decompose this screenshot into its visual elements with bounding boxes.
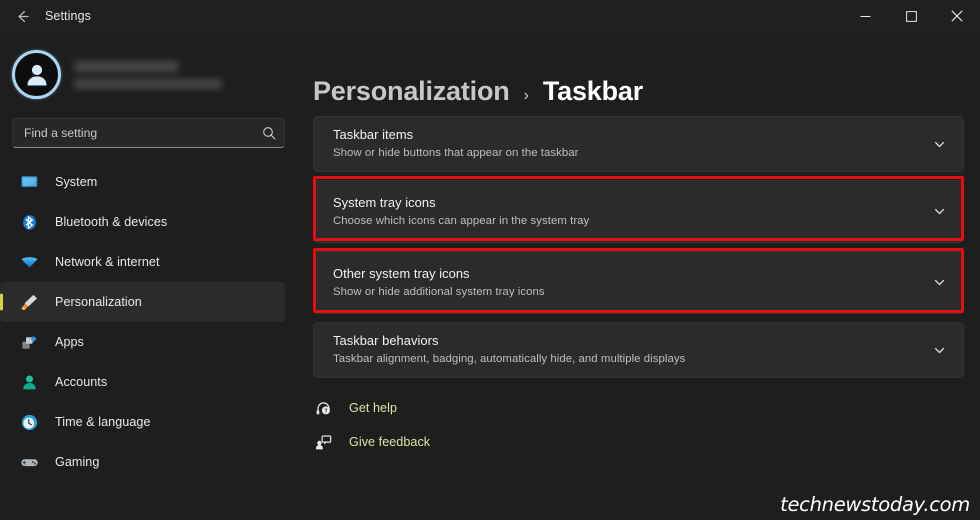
search-container: Find a setting [12,118,285,148]
highlight-box-system-tray-icons: System tray icons Choose which icons can… [313,176,964,243]
bluetooth-icon [19,212,39,232]
window-controls [842,0,980,32]
user-avatar-icon [12,49,61,99]
chevron-down-icon[interactable] [922,204,947,219]
close-icon[interactable] [934,0,980,32]
account-identity [74,59,222,89]
settings-card-list: Taskbar items Show or hide buttons that … [313,116,980,378]
apps-icon [19,332,39,352]
sidebar-item-label: Personalization [55,295,142,309]
main-content: Personalization › Taskbar Taskbar items … [297,32,980,520]
card-subtitle: Choose which icons can appear in the sys… [333,214,590,227]
sidebar-item-label: System [55,175,98,189]
sidebar-item-apps[interactable]: Apps [0,322,285,362]
monitor-icon [19,172,39,192]
give-feedback-link[interactable]: Give feedback [313,432,980,452]
card-subtitle: Show or hide additional system tray icon… [333,285,545,298]
sidebar-item-gaming[interactable]: Gaming [0,442,285,482]
card-title: Other system tray icons [333,265,470,281]
sidebar-item-label: Time & language [55,415,151,429]
sidebar-item-network-internet[interactable]: Network & internet [0,242,285,282]
feedback-icon [313,432,333,452]
sidebar-item-label: Apps [55,335,84,349]
search-input[interactable]: Find a setting [12,118,285,148]
back-arrow-icon[interactable] [2,1,42,31]
app-title: Settings [45,9,91,23]
card-title: System tray icons [333,194,436,210]
sidebar-item-time-language[interactable]: Time & language [0,402,285,442]
breadcrumb-parent[interactable]: Personalization [313,76,510,107]
card-text: System tray icons Choose which icons can… [333,195,922,229]
search-icon[interactable] [262,126,276,140]
card-other-system-tray-icons[interactable]: Other system tray icons Show or hide add… [313,251,964,314]
card-subtitle: Show or hide buttons that appear on the … [333,147,579,159]
chevron-down-icon[interactable] [922,275,947,290]
title-bar: Settings [0,0,980,32]
minimize-icon[interactable] [842,0,888,32]
card-text: Taskbar behaviors Taskbar alignment, bad… [333,333,922,367]
settings-window: Settings Find a setting System Bluetooth… [0,0,980,520]
wifi-icon [19,252,39,272]
card-system-tray-icons[interactable]: System tray icons Choose which icons can… [313,180,964,243]
page-title: Taskbar [542,76,644,106]
card-title: Taskbar items [333,127,414,142]
card-subtitle: Taskbar alignment, badging, automaticall… [333,353,686,365]
breadcrumb: Personalization › Taskbar [313,32,980,116]
card-title: Taskbar behaviors [333,333,439,348]
chevron-down-icon[interactable] [922,343,947,358]
sidebar-item-label: Network & internet [55,255,160,269]
sidebar-item-personalization[interactable]: Personalization [0,282,285,322]
paintbrush-icon [19,292,39,312]
account-block[interactable] [0,38,297,110]
search-placeholder: Find a setting [24,126,98,140]
maximize-icon[interactable] [888,0,934,32]
sidebar: Find a setting System Bluetooth & device… [0,32,297,520]
sidebar-item-label: Bluetooth & devices [55,215,168,229]
sidebar-item-system[interactable]: System [0,162,285,202]
chevron-down-icon[interactable] [922,137,947,152]
sidebar-item-bluetooth-devices[interactable]: Bluetooth & devices [0,202,285,242]
accounts-icon [19,372,39,392]
sidebar-item-label: Gaming [55,455,100,469]
footer-link-label: Get help [349,401,398,415]
card-taskbar-behaviors[interactable]: Taskbar behaviors Taskbar alignment, bad… [313,322,964,378]
footer-link-label: Give feedback [349,435,431,449]
sidebar-item-label: Accounts [55,375,108,389]
breadcrumb-separator: › [523,87,529,104]
footer-links: ? Get help Give feedback [313,398,980,452]
card-text: Other system tray icons Show or hide add… [333,266,922,300]
card-taskbar-items[interactable]: Taskbar items Show or hide buttons that … [313,116,964,172]
clock-icon [19,412,39,432]
account-email-redacted [74,79,222,89]
gamepad-icon [19,452,39,472]
card-text: Taskbar items Show or hide buttons that … [333,127,922,161]
account-name-redacted [74,61,178,72]
svg-text:?: ? [324,408,327,414]
get-help-link[interactable]: ? Get help [313,398,980,418]
sidebar-nav: System Bluetooth & devices Network & int… [0,162,297,482]
help-headset-icon: ? [313,398,333,418]
highlight-box-other-system-tray-icons: Other system tray icons Show or hide add… [313,248,964,314]
window-body: Find a setting System Bluetooth & device… [0,32,980,520]
sidebar-item-accounts[interactable]: Accounts [0,362,285,402]
watermark: technewstoday.com [780,493,970,516]
